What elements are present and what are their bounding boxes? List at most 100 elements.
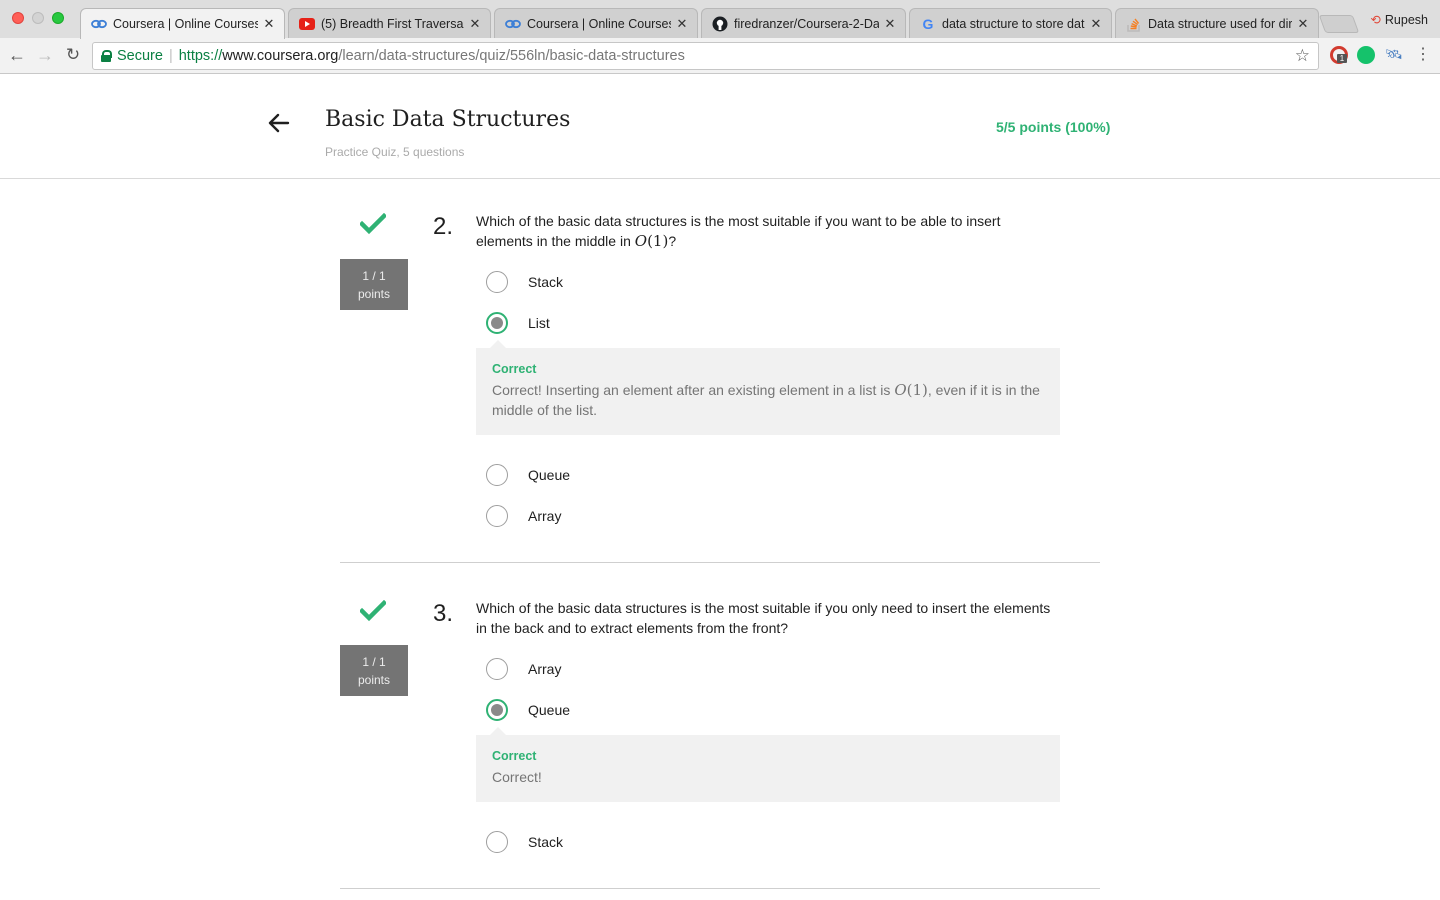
- tab-title: (5) Breadth First Traversal: [321, 16, 464, 31]
- question-block: 1 / 1 points 2. Which of the basic data …: [340, 180, 1100, 563]
- answer-option-selected[interactable]: Queue: [486, 698, 570, 722]
- points-badge: 1 / 1 points: [340, 645, 408, 696]
- tab-close-icon[interactable]: ✕: [883, 16, 897, 32]
- points-label: points: [357, 287, 391, 301]
- feedback-text: Correct!: [492, 769, 542, 785]
- tab-close-icon[interactable]: ✕: [468, 16, 482, 32]
- new-tab-button[interactable]: [1318, 15, 1360, 33]
- browser-tab[interactable]: Coursera | Online Courses ✕: [80, 8, 285, 39]
- browser-tab[interactable]: (5) Breadth First Traversal ✕: [288, 8, 491, 38]
- tab-title: Coursera | Online Courses: [113, 17, 258, 31]
- option-label: Stack: [528, 274, 564, 290]
- back-nav-icon[interactable]: ←: [6, 44, 28, 66]
- radio-button[interactable]: [486, 464, 508, 486]
- tab-close-icon[interactable]: ✕: [1089, 16, 1103, 32]
- quiz-score: 5/5 points (100%): [996, 119, 1111, 135]
- math-arg: (1): [906, 381, 928, 399]
- forward-nav-icon[interactable]: →: [34, 44, 56, 66]
- tab-title: Coursera | Online Courses: [527, 16, 671, 31]
- address-bar[interactable]: Secure | https://www.coursera.org/learn/…: [92, 42, 1319, 70]
- option-label: List: [528, 315, 550, 331]
- points-value: 1 / 1: [362, 269, 386, 283]
- question-divider: [340, 888, 1100, 889]
- browser-tab[interactable]: firedranzer/Coursera-2-Da ✕: [701, 8, 906, 38]
- checkmark-icon: [358, 599, 388, 622]
- answer-option[interactable]: Array: [486, 657, 561, 681]
- browser-tab[interactable]: G data structure to store data ✕: [909, 8, 1112, 38]
- math-O: O: [634, 232, 648, 250]
- window-zoom-button[interactable]: [52, 12, 64, 24]
- question-text-after: ?: [668, 233, 677, 249]
- browser-toolbar: ← → ↻ Secure | https://www.coursera.org /…: [0, 38, 1440, 74]
- radio-button-checked[interactable]: [486, 699, 508, 721]
- question-text: Which of the basic data structures is th…: [476, 211, 1056, 251]
- profile-icon: ⟲: [1370, 13, 1381, 27]
- tab-title: Data structure used for dir: [1148, 16, 1292, 31]
- url-host: www.coursera.org: [222, 48, 339, 64]
- tab-close-icon[interactable]: ✕: [1296, 16, 1310, 32]
- points-value: 1 / 1: [362, 655, 386, 669]
- coursera-icon: [505, 16, 521, 32]
- quiz-header: Basic Data Structures Practice Quiz, 5 q…: [0, 75, 1440, 179]
- answer-option[interactable]: Array: [486, 504, 561, 528]
- option-label: Array: [528, 661, 562, 677]
- extension-badge: 1: [1337, 54, 1347, 63]
- back-arrow-icon[interactable]: [266, 110, 292, 136]
- github-icon: [712, 16, 728, 32]
- browser-menu-icon[interactable]: ⋮: [1414, 46, 1432, 64]
- address-separator: |: [168, 48, 173, 64]
- reload-icon[interactable]: ↻: [62, 44, 84, 66]
- window-close-button[interactable]: [12, 12, 24, 24]
- question-divider: [340, 562, 1100, 563]
- feedback-text: Correct! Inserting an element after an e…: [492, 380, 1044, 420]
- url-path: /learn/data-structures/quiz/556ln/basic-…: [338, 48, 685, 64]
- tab-title: firedranzer/Coursera-2-Da: [734, 16, 879, 31]
- tab-close-icon[interactable]: ✕: [675, 16, 689, 32]
- radio-button[interactable]: [486, 505, 508, 527]
- secure-label: Secure: [117, 48, 163, 64]
- radio-button[interactable]: [486, 831, 508, 853]
- answer-option[interactable]: Stack: [486, 270, 563, 294]
- youtube-icon: [299, 16, 315, 32]
- option-label: Stack: [528, 834, 564, 850]
- points-label: points: [357, 673, 391, 687]
- extension-icon[interactable]: 1: [1330, 46, 1348, 64]
- tab-close-icon[interactable]: ✕: [262, 16, 276, 32]
- stackoverflow-icon: [1126, 16, 1142, 32]
- option-label: Array: [528, 508, 562, 524]
- bookmark-star-icon[interactable]: ☆: [1295, 46, 1310, 66]
- feedback-title: Correct: [492, 749, 537, 763]
- answer-option-selected[interactable]: List: [486, 311, 550, 335]
- radio-button-checked[interactable]: [486, 312, 508, 334]
- question-text: Which of the basic data structures is th…: [476, 600, 1051, 636]
- url-scheme: https://: [178, 48, 223, 64]
- page-title: Basic Data Structures: [325, 107, 571, 132]
- feedback-panel: Correct Correct! Inserting an element af…: [476, 340, 1060, 435]
- browser-tab[interactable]: Data structure used for dir ✕: [1115, 8, 1319, 38]
- question-number: 3.: [433, 600, 454, 627]
- google-icon: G: [922, 15, 934, 32]
- profile-name: Rupesh: [1384, 13, 1428, 27]
- big-o-notation: O(1): [894, 381, 928, 399]
- radio-button[interactable]: [486, 271, 508, 293]
- option-label: Queue: [528, 702, 571, 718]
- question-text-before: Which of the basic data structures is th…: [476, 213, 1001, 249]
- answer-option[interactable]: Queue: [486, 463, 570, 487]
- browser-tab[interactable]: Coursera | Online Courses ✕: [494, 8, 698, 38]
- lock-icon: [101, 50, 112, 62]
- answer-option[interactable]: Stack: [486, 830, 563, 854]
- big-o-notation: O(1): [635, 232, 669, 250]
- window-minimize-button[interactable]: [32, 12, 44, 24]
- tab-title: data structure to store data: [942, 16, 1085, 31]
- browser-tab-strip: Coursera | Online Courses ✕ (5) Breadth …: [0, 0, 1440, 39]
- question-number: 2.: [433, 213, 454, 240]
- option-label: Queue: [528, 467, 571, 483]
- feedback-panel: Correct Correct!: [476, 727, 1060, 802]
- radio-button[interactable]: [486, 658, 508, 680]
- profile-button[interactable]: ⟲ Rupesh: [1370, 12, 1428, 27]
- points-badge: 1 / 1 points: [340, 259, 408, 310]
- satellite-extension-icon[interactable]: 🛰: [1385, 46, 1403, 64]
- feedback-text-before: Correct! Inserting an element after an e…: [492, 382, 891, 398]
- grammarly-icon[interactable]: [1357, 46, 1375, 64]
- question-block: 1 / 1 points 3. Which of the basic data …: [340, 567, 1100, 890]
